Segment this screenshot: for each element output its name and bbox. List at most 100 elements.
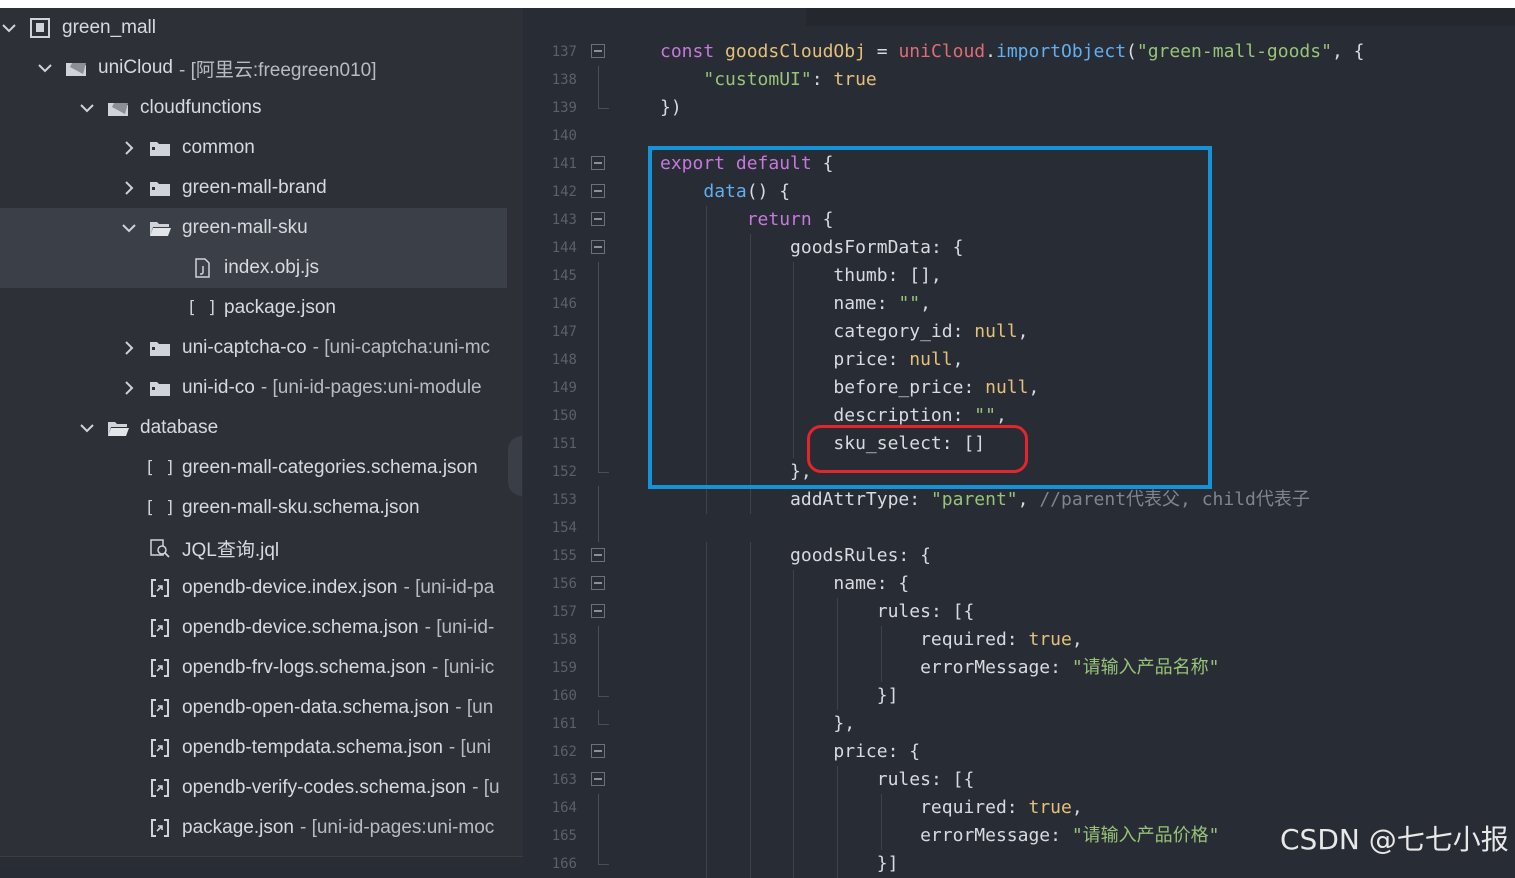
code-line[interactable]: 137 const goodsCloudObj = uniCloud.import… [523, 38, 1515, 66]
code-text: }] [660, 850, 899, 878]
explorer-horizontal-scrollbar[interactable] [0, 856, 523, 866]
code-token: importObject [995, 41, 1127, 62]
fold-toggle-icon[interactable] [591, 576, 605, 590]
fold-toggle-icon[interactable] [591, 772, 605, 786]
line-number: 142 [551, 184, 577, 200]
json-file-icon: [ ] [144, 458, 176, 478]
line-number: 147 [551, 324, 577, 340]
code-token: "customUI" [703, 69, 812, 90]
code-line[interactable]: 155 goodsRules: { [523, 542, 1515, 570]
fold-toggle-icon[interactable] [591, 744, 605, 758]
fold-guide [598, 514, 599, 542]
explorer-scrollbar-thumb[interactable] [508, 436, 522, 496]
tree-item-meta: - [uni-id-pages:uni-moc [299, 817, 495, 838]
code-line[interactable]: 139}) [523, 94, 1515, 122]
fold-toggle-icon[interactable] [591, 184, 605, 198]
code-line[interactable]: 138 "customUI": true [523, 66, 1515, 94]
tree-item[interactable]: [ ] package.json [0, 288, 523, 328]
indent-guide [837, 766, 839, 794]
line-number: 162 [551, 744, 577, 760]
fold-toggle-icon[interactable] [591, 548, 605, 562]
line-number: 166 [551, 856, 577, 872]
code-text: price: { [660, 738, 920, 766]
fold-toggle-icon[interactable] [591, 212, 605, 226]
tree-item[interactable]: opendb-open-data.schema.json - [un [0, 688, 523, 728]
indent-guide [749, 822, 751, 850]
indent-guide [705, 822, 707, 850]
chevron-down-icon[interactable] [78, 99, 96, 117]
tree-item[interactable]: uni-captcha-co - [uni-captcha:uni-mc [0, 328, 523, 368]
chevron-right-icon[interactable] [120, 179, 138, 197]
indent-guide [749, 570, 751, 598]
cloud-folder-icon [64, 57, 88, 79]
line-number: 157 [551, 604, 577, 620]
chevron-down-icon[interactable] [120, 219, 138, 237]
chevron-right-icon[interactable] [120, 379, 138, 397]
tree-item[interactable]: [ ] green-mall-sku.schema.json [0, 488, 523, 528]
tree-item[interactable]: green-mall-brand [0, 168, 523, 208]
code-line[interactable]: 154 [523, 514, 1515, 542]
indent-guide [749, 654, 751, 682]
code-line[interactable]: 161 }, [523, 710, 1515, 738]
tree-item[interactable]: JQL查询.jql [0, 528, 523, 568]
code-line[interactable]: 156 name: { [523, 570, 1515, 598]
line-number: 158 [551, 632, 577, 648]
folder-open-icon [148, 217, 172, 239]
tree-item[interactable]: package.json - [uni-id-pages:uni-moc [0, 808, 523, 848]
code-token: addAttrType [790, 489, 910, 510]
tree-item[interactable]: uni-id-co - [uni-id-pages:uni-module [0, 368, 523, 408]
tree-item[interactable]: opendb-device.index.json - [uni-id-pa [0, 568, 523, 608]
tree-item[interactable]: opendb-frv-logs.schema.json - [uni-ic [0, 648, 523, 688]
tree-item-meta: - [uni-ic [431, 657, 495, 678]
tree-item[interactable]: opendb-tempdata.schema.json - [uni [0, 728, 523, 768]
tree-item[interactable]: opendb-device.schema.json - [uni-id- [0, 608, 523, 648]
code-line[interactable]: 157 rules: [{ [523, 598, 1515, 626]
chevron-right-icon[interactable] [120, 339, 138, 357]
fold-toggle-icon[interactable] [591, 44, 605, 58]
fold-end-marker [598, 850, 609, 865]
code-token: : { [898, 545, 931, 566]
tree-item[interactable]: green_mall [0, 8, 507, 48]
code-text: errorMessage: "请输入产品价格" [660, 822, 1219, 850]
code-token: true [833, 69, 877, 90]
indent-guide [705, 738, 707, 766]
chevron-down-icon[interactable] [78, 419, 96, 437]
fold-toggle-icon[interactable] [591, 240, 605, 254]
chevron-right-icon[interactable] [120, 139, 138, 157]
tree-item[interactable]: database [0, 408, 523, 448]
chevron-down-icon[interactable] [0, 19, 18, 37]
tree-item[interactable]: common [0, 128, 523, 168]
code-line[interactable]: 160 }] [523, 682, 1515, 710]
code-line[interactable]: 163 rules: [{ [523, 766, 1515, 794]
code-line[interactable]: 153 addAttrType: "parent", //parent代表父, … [523, 486, 1515, 514]
chevron-down-icon[interactable] [36, 59, 54, 77]
tree-item[interactable]: opendb-verify-codes.schema.json - [u [0, 768, 523, 808]
fold-toggle-icon[interactable] [591, 604, 605, 618]
tree-item[interactable]: index.obj.js [0, 248, 523, 288]
project-icon [28, 17, 52, 39]
indent-guide [837, 654, 839, 682]
code-text: required: true, [660, 626, 1083, 654]
tree-item[interactable]: green-mall-sku [0, 208, 523, 248]
code-token: : [{ [930, 769, 975, 790]
tree-item[interactable]: cloudfunctions [0, 88, 523, 128]
fold-toggle-icon[interactable] [591, 156, 605, 170]
code-token: true [1028, 797, 1072, 818]
tree-item[interactable]: [ ] green-mall-categories.schema.json [0, 448, 523, 488]
tree-item-meta: - [uni-id-pa [403, 577, 495, 598]
code-line[interactable]: 162 price: { [523, 738, 1515, 766]
line-number: 150 [551, 408, 577, 424]
code-line[interactable]: 158 required: true, [523, 626, 1515, 654]
code-token: , [1017, 489, 1040, 510]
code-line[interactable]: 159 errorMessage: "请输入产品名称" [523, 654, 1515, 682]
tree-item-label: opendb-tempdata.schema.json [182, 737, 443, 758]
linked-json-icon [148, 737, 172, 759]
code-token: , [1071, 629, 1083, 650]
indent-guide [837, 794, 839, 822]
indent-guide [837, 850, 839, 878]
tree-item[interactable]: uniCloud - [阿里云:freegreen010] [0, 48, 523, 88]
